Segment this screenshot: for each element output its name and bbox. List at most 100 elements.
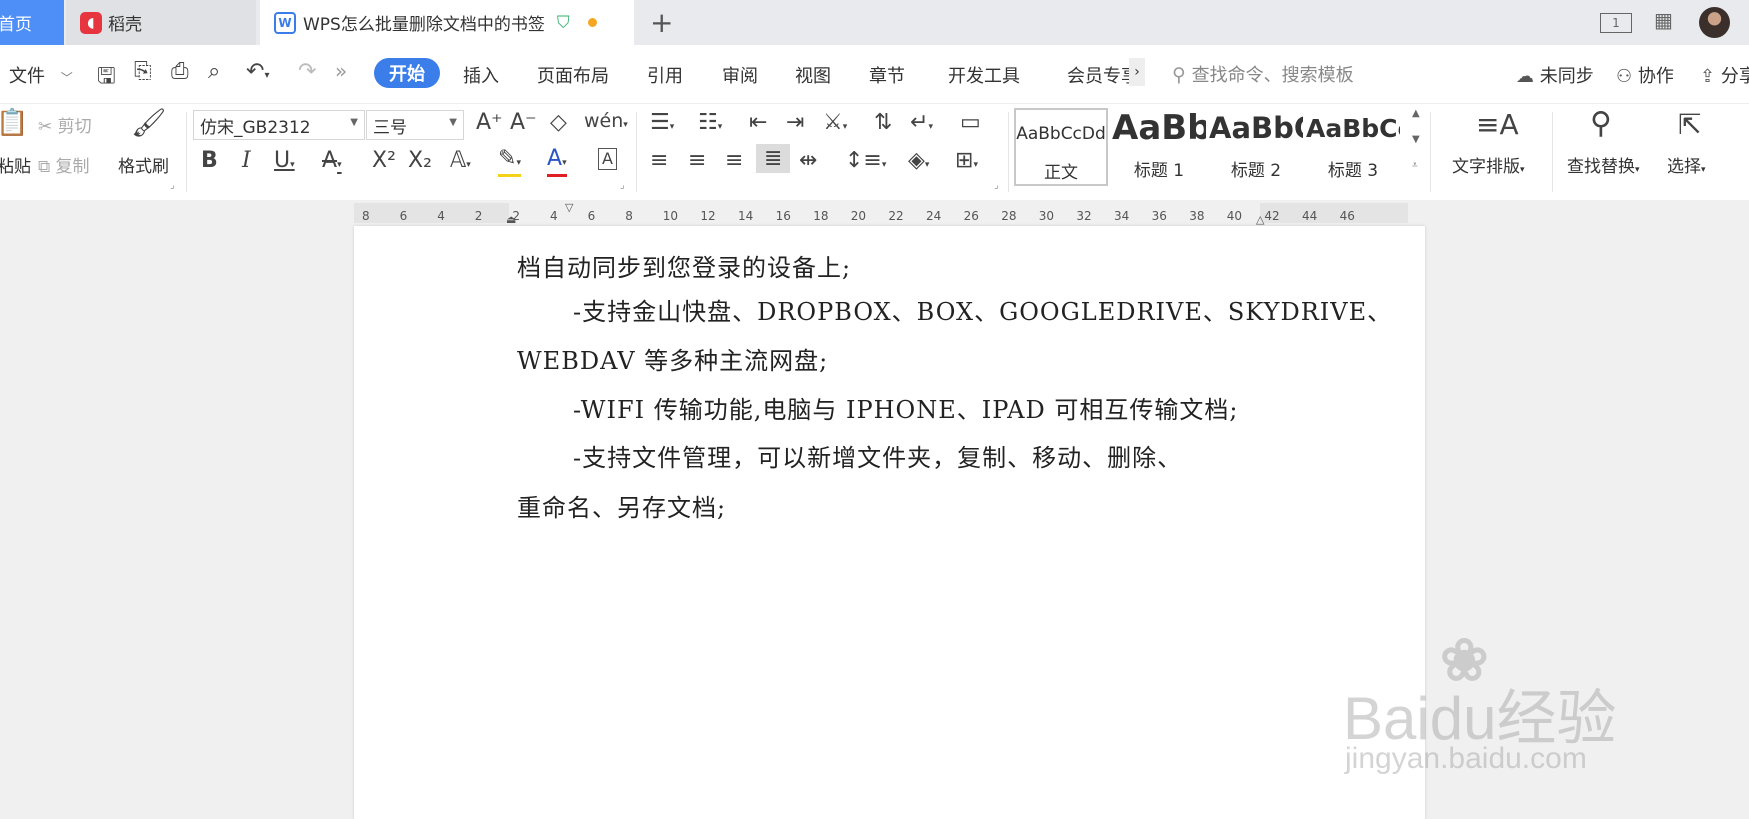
share-button[interactable]: ⇪ 分享: [1700, 62, 1749, 88]
style-heading3[interactable]: AaBbCc 标题 3: [1306, 108, 1400, 186]
undo-icon[interactable]: ↶▾: [246, 59, 269, 84]
menu-file[interactable]: 文件 ﹀: [9, 62, 73, 88]
pinyin-guide-icon[interactable]: wén▾: [584, 110, 628, 132]
ruler-tick-label: 4: [550, 209, 558, 223]
bold-icon[interactable]: B: [201, 148, 218, 173]
menu-references[interactable]: 引用: [647, 62, 683, 88]
copy-button[interactable]: ⧉ 复制: [38, 152, 90, 177]
text-effect-icon[interactable]: 𝔸▾: [450, 148, 471, 173]
style-normal[interactable]: AaBbCcDd 正文: [1014, 108, 1108, 186]
paste-button[interactable]: 粘贴: [0, 152, 31, 177]
tab-active-document[interactable]: W WPS怎么批量删除文档中的书签 ⛉: [260, 0, 634, 45]
cut-button[interactable]: ✂ 剪切: [38, 112, 92, 137]
menu-scroll-right-icon[interactable]: ›: [1129, 58, 1145, 86]
cut-label: 剪切: [57, 117, 92, 137]
find-replace-icon[interactable]: ⚲: [1590, 106, 1612, 141]
align-left-icon[interactable]: ≡: [650, 148, 668, 173]
select-cursor-icon[interactable]: ⇱: [1678, 108, 1701, 141]
save-icon[interactable]: 🖫: [97, 59, 116, 97]
char-border-icon[interactable]: A: [598, 148, 617, 170]
print-icon[interactable]: ⎙: [171, 59, 189, 84]
highlight-icon[interactable]: ✎▾: [498, 148, 521, 177]
paste-icon[interactable]: 📋: [0, 108, 28, 138]
distribute-icon[interactable]: ⇹: [799, 148, 817, 173]
font-size-select[interactable]: 三号 ▼: [366, 110, 464, 140]
styles-scroll-down-icon[interactable]: ▼: [1412, 134, 1420, 145]
new-tab-plus-icon[interactable]: +: [650, 6, 673, 39]
first-line-indent-marker-icon[interactable]: ▽: [565, 201, 573, 214]
numbered-list-icon[interactable]: ☷▾: [698, 110, 722, 135]
font-name-select[interactable]: 仿宋_GB2312 ▼: [193, 110, 365, 140]
menu-view[interactable]: 视图: [795, 62, 831, 88]
subscript-icon[interactable]: X₂: [408, 148, 432, 173]
text-layout-icon[interactable]: ≡A: [1476, 108, 1519, 141]
align-right-icon[interactable]: ≡: [725, 148, 743, 173]
menu-member[interactable]: 会员专享: [1067, 62, 1130, 88]
increase-indent-icon[interactable]: ⇥: [786, 110, 804, 135]
menu-start-label: 开始: [389, 64, 425, 85]
menu-developer[interactable]: 开发工具: [948, 62, 1020, 88]
decrease-indent-icon[interactable]: ⇤: [749, 110, 767, 135]
bullet-list-icon[interactable]: ☰▾: [650, 110, 674, 135]
sort-icon[interactable]: ⇅: [874, 110, 892, 135]
menu-file-label: 文件: [9, 66, 45, 87]
shading-icon[interactable]: ◈▾: [908, 148, 929, 173]
tab-ruler-icon[interactable]: ▭: [960, 110, 981, 135]
clear-format-icon[interactable]: ◇: [550, 110, 567, 135]
ruler-tick-label: 14: [738, 209, 754, 223]
collab-button[interactable]: ⚇ 协作: [1616, 62, 1674, 88]
tab-daoke[interactable]: ◖ 稻壳: [66, 0, 256, 45]
underline-icon[interactable]: U▾: [274, 148, 295, 173]
ruler-tick-label: 8: [625, 209, 633, 223]
chinese-layout-icon[interactable]: ⚔▾: [823, 110, 847, 135]
ruler-tick-label: 46: [1339, 209, 1355, 223]
font-dialog-launcher-icon[interactable]: ⌟: [620, 180, 625, 191]
grid-apps-icon[interactable]: ▦: [1654, 8, 1673, 32]
borders-icon[interactable]: ⊞▾: [955, 148, 978, 173]
line-spacing-icon[interactable]: ↕≡▾: [845, 148, 886, 173]
format-painter-icon[interactable]: 🖌: [131, 106, 167, 139]
format-painter-button[interactable]: 格式刷: [118, 152, 169, 177]
paragraph-dialog-launcher-icon[interactable]: ⌟: [994, 180, 999, 191]
style-heading2[interactable]: AaBbC 标题 2: [1209, 108, 1303, 186]
sync-button[interactable]: ☁ 未同步: [1516, 62, 1594, 88]
tab-home[interactable]: 首页: [0, 0, 64, 45]
style-heading3-name: 标题 3: [1327, 161, 1379, 181]
export-pdf-icon[interactable]: ⎘: [134, 59, 152, 84]
doc-line: -支持金山快盘、DROPBOX、BOX、GOOGLEDRIVE、SKYDRIVE…: [573, 298, 1393, 326]
strikethrough-icon[interactable]: A▾: [322, 148, 342, 173]
styles-scroll-up-icon[interactable]: ▲: [1412, 108, 1420, 119]
ruler-tick-label: 26: [963, 209, 979, 223]
clipboard-dialog-launcher-icon[interactable]: ⌟: [170, 180, 175, 191]
style-heading1[interactable]: AaBb 标题 1: [1112, 108, 1206, 186]
ruler-tick-label: 44: [1302, 209, 1318, 223]
more-quick-access-icon[interactable]: »: [335, 59, 347, 83]
text-layout-label: 文字排版: [1452, 157, 1520, 177]
horizontal-ruler[interactable]: ⏏ ▽ △ 8 6 4 2 2 4 6 8 10 12 14 16 18 20 22 24 26 28 30 32 34…: [0, 200, 1749, 226]
select-button[interactable]: 选择▾: [1667, 152, 1706, 177]
right-indent-marker-icon[interactable]: △: [1256, 213, 1264, 226]
font-color-icon[interactable]: A▾: [547, 148, 567, 177]
search-command[interactable]: ⚲ 查找命令、搜索模板: [1172, 61, 1354, 87]
justify-icon[interactable]: ≣: [756, 144, 791, 173]
menu-review[interactable]: 审阅: [722, 62, 758, 88]
menu-section[interactable]: 章节: [869, 62, 905, 88]
italic-icon[interactable]: I: [242, 148, 251, 173]
page-counter-button[interactable]: 1: [1600, 8, 1632, 33]
menu-page-layout[interactable]: 页面布局: [537, 62, 609, 88]
show-marks-icon[interactable]: ↵▾: [910, 110, 933, 135]
ruler-tick-label: 8: [362, 209, 370, 223]
document-page[interactable]: 档自动同步到您登录的设备上; -支持金山快盘、DROPBOX、BOX、GOOGL…: [354, 226, 1425, 819]
menu-start[interactable]: 开始: [374, 58, 440, 88]
styles-expand-icon[interactable]: ⩡: [1412, 160, 1418, 171]
menu-insert[interactable]: 插入: [463, 62, 499, 88]
print-preview-icon[interactable]: ⌕: [208, 59, 220, 84]
text-layout-button[interactable]: 文字排版▾: [1452, 152, 1525, 177]
grow-font-icon[interactable]: A⁺: [476, 110, 503, 135]
shrink-font-icon[interactable]: A⁻: [510, 110, 537, 135]
find-replace-button[interactable]: 查找替换▾: [1567, 152, 1640, 177]
superscript-icon[interactable]: X²: [372, 148, 396, 173]
align-center-icon[interactable]: ≡: [688, 148, 706, 173]
avatar[interactable]: [1699, 7, 1730, 38]
redo-icon[interactable]: ↷: [298, 59, 316, 84]
